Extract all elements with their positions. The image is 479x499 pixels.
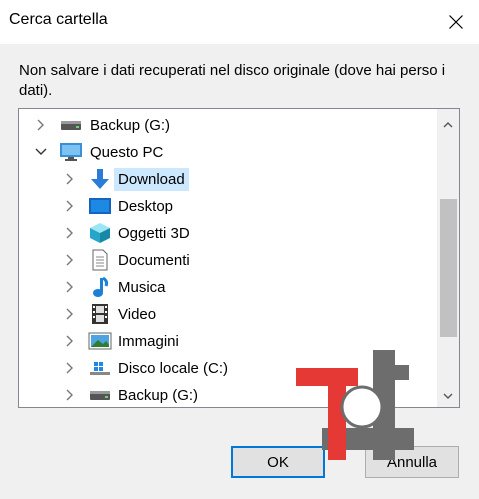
scroll-up-button[interactable] (437, 113, 459, 135)
chevron-right-icon[interactable] (64, 227, 76, 239)
music-note-icon (88, 276, 112, 298)
vertical-scrollbar[interactable] (437, 109, 459, 407)
tree-item-label: Desktop (118, 197, 174, 215)
download-arrow-icon (88, 168, 112, 190)
chevron-right-icon[interactable] (64, 254, 76, 266)
chevron-down-icon (443, 393, 453, 399)
title-bar: Cerca cartella (0, 0, 479, 44)
drive-icon (88, 384, 112, 406)
close-button[interactable] (433, 0, 479, 44)
chevron-up-icon (443, 121, 453, 127)
chevron-right-icon[interactable] (64, 200, 76, 212)
picture-icon (88, 330, 112, 352)
scrollbar-thumb[interactable] (440, 199, 457, 337)
close-icon (449, 15, 463, 29)
desktop-icon (88, 195, 112, 217)
tree-item-questo-pc[interactable]: Questo PC (19, 139, 431, 165)
instruction-text: Non salvare i dati recuperati nel disco … (19, 62, 446, 99)
scroll-down-button[interactable] (437, 385, 459, 407)
cube-3d-icon (88, 222, 112, 244)
tree-item-label: Video (118, 305, 157, 323)
film-icon (88, 303, 112, 325)
tree-item-musica[interactable]: Musica (19, 274, 431, 300)
tree-item-label: Oggetti 3D (118, 224, 190, 242)
tree-item-label: Backup (G:) (118, 386, 199, 404)
chevron-right-icon[interactable] (64, 335, 76, 347)
chevron-right-icon[interactable] (64, 173, 76, 185)
windows-drive-icon (88, 357, 112, 379)
tree-item-label: Documenti (118, 251, 190, 269)
chevron-right-icon[interactable] (64, 308, 76, 320)
tree-item-label: Backup (G:) (90, 116, 171, 134)
drive-icon (59, 114, 83, 136)
tree-item-label: Questo PC (90, 143, 164, 161)
tree-item-video[interactable]: Video (19, 301, 431, 327)
tree-item-desktop[interactable]: Desktop (19, 193, 431, 219)
tree-item-label: Download (114, 167, 189, 191)
chevron-down-icon[interactable] (35, 146, 47, 158)
tree-item-label: Disco locale (C:) (118, 359, 229, 377)
document-icon (88, 249, 112, 271)
tree-item-backup-g[interactable]: Backup (G:) (19, 112, 431, 138)
chevron-right-icon[interactable] (64, 389, 76, 401)
tree-item-label: Musica (118, 278, 166, 296)
tree-item-oggetti-3d[interactable]: Oggetti 3D (19, 220, 431, 246)
tree-item-label: Immagini (118, 332, 179, 350)
pc-icon (59, 141, 83, 163)
tree-item-download[interactable]: Download (19, 166, 431, 192)
chevron-right-icon[interactable] (35, 119, 47, 131)
window-title: Cerca cartella (9, 11, 108, 28)
chevron-right-icon[interactable] (64, 281, 76, 293)
chevron-right-icon[interactable] (64, 362, 76, 374)
tree-item-documenti[interactable]: Documenti (19, 247, 431, 273)
watermark-logo (296, 350, 414, 460)
